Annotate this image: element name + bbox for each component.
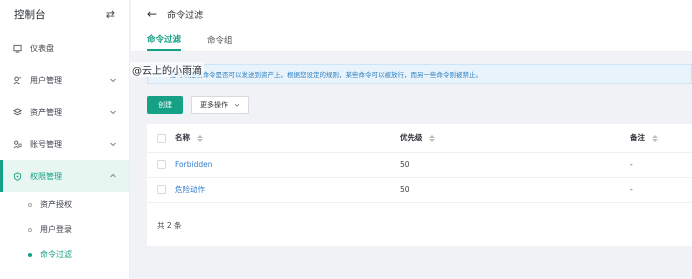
command-filter-table: 名称 优先级 备注 Forbidden 50 - 危险动作 50 - [147,124,692,203]
sidebar-item-label: 资产管理 [30,107,62,117]
row-note-cell: - [630,177,692,203]
user-icon [12,75,22,85]
sidebar-item-users[interactable]: 用户管理 [0,64,129,96]
row-priority-cell: 50 [400,177,630,203]
account-icon [12,139,22,149]
more-actions-label: 更多操作 [200,102,228,109]
more-actions-button[interactable]: 更多操作 [191,96,249,114]
sidebar: 控制台 ⇄ 仪表盘 用户管理 资产管理 账号管理 权限管理 资产授权 用户登录 … [0,0,130,279]
chevron-down-icon [234,103,240,107]
row-name-cell: 危险动作 [175,177,400,203]
sidebar-brand: 控制台 ⇄ [0,0,129,28]
row-name-link[interactable]: Forbidden [175,160,212,169]
row-checkbox-cell [147,152,175,178]
bullet-icon [28,202,32,207]
console-title: 控制台 [14,8,46,21]
header-name-label: 名称 [175,133,190,143]
row-name-cell: Forbidden [175,152,400,178]
select-all-checkbox[interactable] [157,133,166,143]
header-checkbox-cell [147,124,175,153]
tab-bar: 命令过滤 命令组 [131,28,692,52]
header-name[interactable]: 名称 [175,124,400,153]
sort-icon[interactable] [651,134,658,142]
shield-icon [12,171,22,181]
toolbar: 创建 更多操作 [147,96,249,114]
sidebar-item-assets[interactable]: 资产管理 [0,96,129,128]
sidebar-subitem-command-filter[interactable]: 命令过滤 [0,242,129,267]
chevron-down-icon [110,142,116,147]
total-count: 共 2 条 [157,221,182,230]
row-priority-cell: 50 [400,152,630,178]
table-card: 名称 优先级 备注 Forbidden 50 - 危险动作 50 - 共 2 条 [147,124,692,246]
sidebar-subitem-label: 命令过滤 [40,250,72,259]
row-checkbox-cell [147,177,175,203]
header-priority-label: 优先级 [400,133,423,143]
page-header: ← 命令过滤 [131,0,692,28]
sidebar-nav: 仪表盘 用户管理 资产管理 账号管理 权限管理 资产授权 用户登录 命令过滤 [0,32,129,267]
header-note-label: 备注 [630,133,645,143]
sidebar-subitem-label: 资产授权 [40,200,72,209]
watermark: @云上的小雨滴 [130,62,204,77]
bullet-icon [28,252,32,257]
bullet-icon [28,227,32,232]
table-header-row: 名称 优先级 备注 [147,124,692,153]
row-name-link[interactable]: 危险动作 [175,185,205,194]
sidebar-item-label: 仪表盘 [30,43,54,53]
page-title: 命令过滤 [167,10,204,21]
header-note[interactable]: 备注 [630,124,692,153]
create-button[interactable]: 创建 [147,96,183,114]
sidebar-item-label: 账号管理 [30,139,62,149]
sidebar-subitem-user-login[interactable]: 用户登录 [0,217,129,242]
row-checkbox[interactable] [157,160,166,170]
sort-icon[interactable] [429,134,436,142]
sidebar-item-dashboard[interactable]: 仪表盘 [0,32,129,64]
tab-command-filter[interactable]: 命令过滤 [147,29,182,51]
back-arrow-icon[interactable]: ← [147,7,157,21]
tab-command-group[interactable]: 命令组 [207,29,233,51]
sidebar-item-permissions[interactable]: 权限管理 [0,160,129,192]
chevron-down-icon [110,78,116,83]
asset-icon [12,107,22,117]
sidebar-item-label: 用户管理 [30,75,62,85]
sidebar-item-label: 权限管理 [30,171,62,181]
header-priority[interactable]: 优先级 [400,124,630,153]
chevron-down-icon [110,110,116,115]
row-checkbox[interactable] [157,185,166,195]
swap-icon[interactable]: ⇄ [106,8,115,21]
sidebar-subitem-label: 用户登录 [40,225,72,234]
sidebar-item-accounts[interactable]: 账号管理 [0,128,129,160]
chevron-up-icon [110,173,116,178]
sidebar-subitem-asset-authorization[interactable]: 资产授权 [0,192,129,217]
info-notice: 您可以控制命令是否可以发送到资产上。根据您设定的规则，某些命令可以被放行，而另一… [147,64,692,84]
sort-icon[interactable] [196,134,203,142]
app-root: 控制台 ⇄ 仪表盘 用户管理 资产管理 账号管理 权限管理 资产授权 用户登录 … [0,0,692,279]
row-note-cell: - [630,152,692,178]
table-row: 危险动作 50 - [147,177,692,203]
dashboard-icon [12,43,22,53]
table-row: Forbidden 50 - [147,152,692,178]
